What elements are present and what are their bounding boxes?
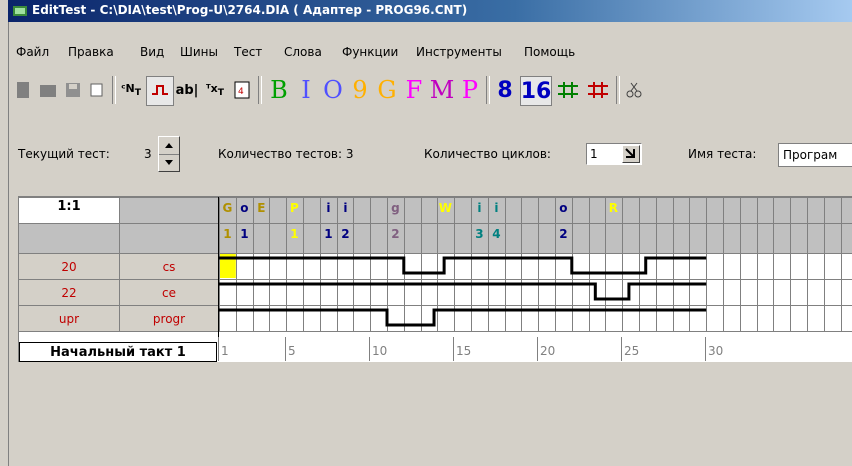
menu-help[interactable]: Помощь xyxy=(524,45,575,59)
bus-op-label: W xyxy=(438,201,453,215)
calendar-icon[interactable]: 4 xyxy=(230,76,254,104)
title-bar[interactable]: EditTest - C:\DIA\test\Prog-U\2764.DIA (… xyxy=(8,0,852,22)
test-name-label: Имя теста: xyxy=(688,147,757,161)
cycles-value: 1 xyxy=(590,147,598,161)
bus-op-label: R xyxy=(608,201,619,215)
timing-grid-canvas[interactable] xyxy=(19,197,852,362)
signal-label: ce xyxy=(162,286,176,300)
menu-file[interactable]: Файл xyxy=(16,45,49,59)
menu-functions[interactable]: Функции xyxy=(342,45,398,59)
bus-split-icon[interactable] xyxy=(554,76,582,104)
current-test-value: 3 xyxy=(144,147,152,161)
test-name-value: Програм xyxy=(783,148,838,162)
app-icon xyxy=(13,6,27,16)
menu-tools[interactable]: Инструменты xyxy=(416,45,502,59)
current-test-spinner[interactable] xyxy=(158,136,180,172)
radix-8-button[interactable]: 8 xyxy=(492,76,518,104)
bus-op-index: 2 xyxy=(341,227,350,241)
toolbar-separator xyxy=(258,76,262,104)
signal-waveform xyxy=(219,282,707,301)
toolbar: ᶜNT ab| ᵀxT 4 B I O 9 G F M P 8 16 xyxy=(8,70,852,110)
toolbar-separator xyxy=(616,76,620,104)
bus-op-label: g xyxy=(391,201,400,215)
menu-view[interactable]: Вид xyxy=(140,45,164,59)
menu-words[interactable]: Слова xyxy=(284,45,322,59)
pin-label: 20 xyxy=(61,260,77,274)
signal-label: progr xyxy=(152,312,186,326)
ruler-tick-label: 10 xyxy=(372,344,388,358)
clock-nt-icon[interactable]: ᶜNT xyxy=(118,76,144,104)
bus-b-button[interactable]: B xyxy=(266,76,292,104)
ruler-tick-label: 30 xyxy=(708,344,724,358)
bus-op-index: 4 xyxy=(492,227,501,241)
bus-p-button[interactable]: P xyxy=(458,76,482,104)
spin-up-icon[interactable] xyxy=(159,137,179,155)
waveform-icon[interactable] xyxy=(146,76,174,106)
bus-9-button[interactable]: 9 xyxy=(348,76,372,104)
bus-op-index: 1 xyxy=(240,227,249,241)
current-test-label: Текущий тест: xyxy=(18,147,110,161)
bus-i-button[interactable]: I xyxy=(294,76,318,104)
cut-icon[interactable] xyxy=(622,76,646,104)
print-preview-icon[interactable] xyxy=(86,76,108,104)
bus-op-label: G xyxy=(222,201,233,215)
window-title: EditTest - C:\DIA\test\Prog-U\2764.DIA (… xyxy=(32,3,468,17)
test-params-panel: Текущий тест: 3 Количество тестов: 3 Кол… xyxy=(8,135,852,175)
ruler-tick-label: 5 xyxy=(288,344,296,358)
radix-16-button[interactable]: 16 xyxy=(520,76,552,106)
bus-merge-icon[interactable] xyxy=(584,76,612,104)
bus-op-index: 1 xyxy=(223,227,232,241)
x-t-icon[interactable]: ᵀxT xyxy=(202,76,228,104)
empty-workspace xyxy=(18,362,852,466)
bus-op-index: 1 xyxy=(324,227,333,241)
header-band xyxy=(19,197,852,253)
bus-op-label: i xyxy=(343,201,348,215)
text-tool-icon[interactable]: ab| xyxy=(174,76,200,104)
cycles-spin-icon[interactable] xyxy=(622,145,640,163)
bus-f-button[interactable]: F xyxy=(402,76,426,104)
cycles-label: Количество циклов: xyxy=(424,147,551,161)
bus-op-label: P xyxy=(290,201,299,215)
signal-label: cs xyxy=(162,260,176,274)
timing-grid[interactable]: 1:1 20 cs 22 ce upr progr Начальный такт… xyxy=(18,196,852,362)
signal-waveform xyxy=(219,256,707,275)
bus-op-index: 2 xyxy=(391,227,400,241)
test-name-input[interactable]: Програм xyxy=(778,143,852,167)
bus-g-button[interactable]: G xyxy=(374,76,400,104)
signal-waveform xyxy=(219,308,707,327)
ruler-tick-label: 15 xyxy=(456,344,472,358)
menu-buses[interactable]: Шины xyxy=(180,45,218,59)
bus-op-label: o xyxy=(240,201,249,215)
pin-label: upr xyxy=(58,312,80,326)
spin-down-icon[interactable] xyxy=(159,154,179,171)
bus-op-index: 3 xyxy=(475,227,484,241)
menu-bar: Файл Правка Вид Шины Тест Слова Функции … xyxy=(8,42,852,62)
ruler-tick-label: 25 xyxy=(624,344,640,358)
bus-m-button[interactable]: M xyxy=(428,76,456,104)
start-clock-label: Начальный такт 1 xyxy=(19,342,217,362)
bus-o-button[interactable]: O xyxy=(320,76,346,104)
toolbar-separator xyxy=(486,76,490,104)
svg-text:4: 4 xyxy=(238,87,244,97)
bus-op-label: i xyxy=(494,201,499,215)
test-count-label: Количество тестов: 3 xyxy=(218,147,354,161)
menu-edit[interactable]: Правка xyxy=(68,45,114,59)
pin-label: 22 xyxy=(61,286,77,300)
bus-op-label: o xyxy=(559,201,568,215)
cycles-field[interactable]: 1 xyxy=(586,143,642,165)
ruler-tick-label: 1 xyxy=(221,344,229,358)
ruler-tick-label: 20 xyxy=(540,344,556,358)
toolbar-separator xyxy=(112,76,116,104)
menu-test[interactable]: Тест xyxy=(234,45,262,59)
bus-op-label: i xyxy=(326,201,331,215)
save-icon[interactable] xyxy=(62,76,84,104)
bus-op-label: i xyxy=(477,201,482,215)
open-icon[interactable] xyxy=(36,76,60,104)
bus-op-label: E xyxy=(257,201,266,215)
new-icon[interactable] xyxy=(12,76,34,104)
bus-op-index: 1 xyxy=(290,227,299,241)
zoom-label: 1:1 xyxy=(57,199,81,214)
bus-op-index: 2 xyxy=(559,227,568,241)
